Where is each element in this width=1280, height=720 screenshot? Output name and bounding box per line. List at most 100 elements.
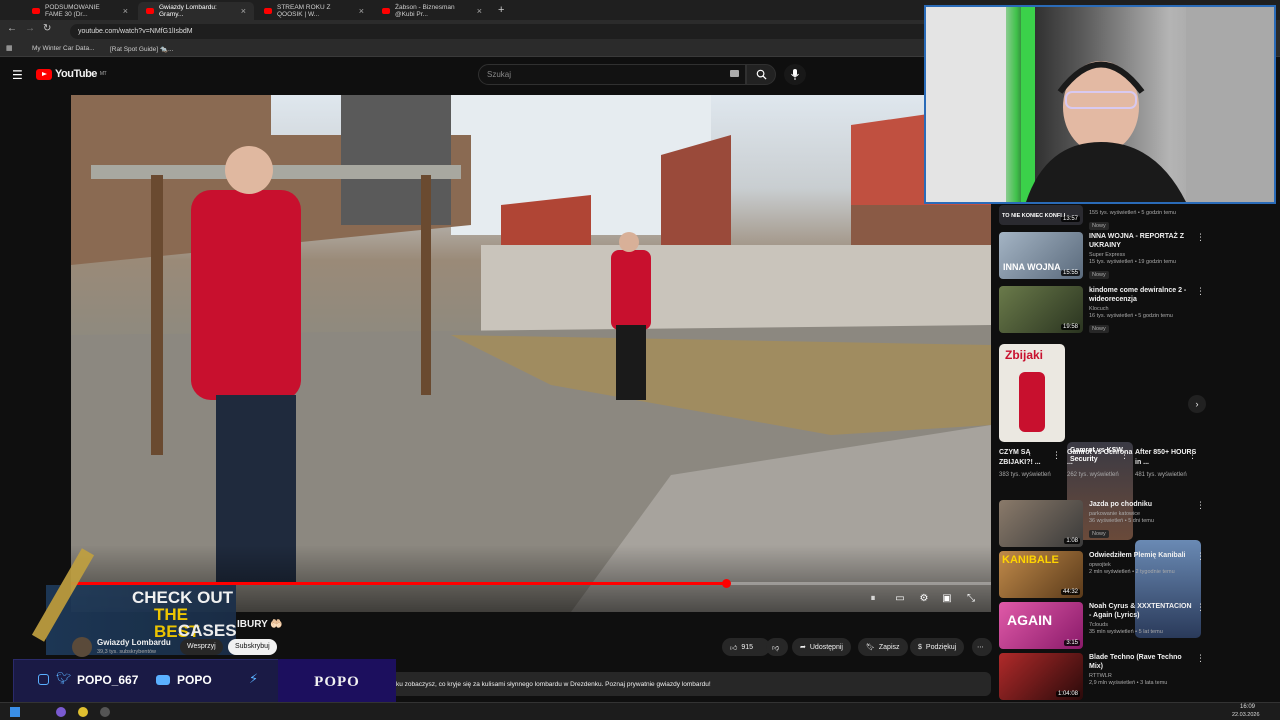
voice-search-button[interactable]	[784, 64, 806, 85]
youtube-icon	[156, 675, 170, 685]
short-card[interactable]: Zbijaki	[999, 344, 1065, 442]
new-badge: Nowy	[1089, 325, 1109, 333]
url-input[interactable]: youtube.com/watch?v=NMfG1lIsbdM	[70, 24, 930, 39]
back-icon[interactable]: ←	[7, 23, 17, 34]
keyboard-icon[interactable]	[730, 70, 739, 77]
stream-brand-logo: POPO	[278, 659, 396, 705]
video-title: IBURY 🤲🏻	[237, 619, 283, 630]
sidebar-video-item[interactable]: AGAIN 3:15 Noah Cyrus & XXXTENTACION - A…	[999, 602, 1205, 649]
subtitles-icon[interactable]: ▭	[893, 592, 907, 604]
dislike-button[interactable]: 👎︎	[766, 638, 788, 656]
bookmark-icon: 🔖︎	[866, 644, 875, 651]
settings-gear-icon[interactable]: ⚙	[917, 592, 931, 604]
youtube-handle: POPO	[177, 673, 212, 687]
lightning-icon: ⚡︎	[249, 671, 259, 686]
menu-icon[interactable]: ☰	[12, 68, 23, 82]
save-button[interactable]: 🔖︎ Zapisz	[858, 638, 908, 656]
video-scrubber-handle[interactable]	[722, 579, 732, 588]
promo-line-1: CHECK OUT	[132, 588, 234, 607]
close-tab-icon[interactable]: ×	[241, 6, 246, 16]
close-tab-icon[interactable]: ×	[477, 6, 482, 16]
sidebar-video-item[interactable]: 1:08 Jazda po chodniku parkowanie katowi…	[999, 500, 1205, 547]
youtube-favicon-icon	[264, 8, 272, 14]
share-button[interactable]: ➦ Udostępnij	[792, 638, 851, 656]
search-input[interactable]: Szukaj	[478, 64, 746, 85]
thumbs-down-icon: 👎︎	[772, 644, 780, 652]
thanks-icon: $	[918, 643, 922, 651]
more-vertical-icon[interactable]: ⋮	[1196, 286, 1205, 297]
tab-gwiazdy-lombardu[interactable]: Gwiazdy Lombardu: Gramy... ×	[138, 2, 254, 20]
more-vertical-icon[interactable]: ⋮	[1196, 602, 1205, 613]
more-vertical-icon[interactable]: ⋮	[1196, 551, 1205, 562]
description-text: ku zobaczysz, co kryje się za kulisami s…	[396, 681, 711, 688]
video-thumbnail: INNA WOJNA 15:55	[999, 232, 1083, 279]
new-badge: Nowy	[1089, 222, 1109, 230]
video-thumbnail: TO NIE KONIEC KONFLI 13:57	[999, 205, 1083, 225]
video-frame-scene	[71, 95, 991, 612]
more-actions-button[interactable]: ⋯	[972, 638, 992, 656]
short-stats: 383 tys. wyświetleń	[999, 472, 1051, 478]
twitter-icon: 🐦︎	[56, 671, 72, 685]
apps-icon[interactable]: ▦	[6, 44, 13, 52]
close-tab-icon[interactable]: ×	[123, 6, 128, 16]
fullscreen-icon[interactable]: ⤡	[964, 592, 978, 604]
cartridge-graphic	[1019, 372, 1045, 432]
more-vertical-icon[interactable]: ⋮	[1188, 450, 1197, 461]
new-tab-icon[interactable]: +	[498, 4, 504, 16]
shorts-next-icon[interactable]: ›	[1188, 395, 1206, 413]
short-stats: 481 tys. wyświetleń	[1135, 472, 1187, 478]
app-icon[interactable]	[56, 707, 66, 717]
miniplayer-icon[interactable]: ▣	[940, 592, 954, 604]
youtube-logo[interactable]: YouTube MT	[36, 68, 107, 80]
bookmark-winter-car[interactable]: My Winter Car Data...	[32, 45, 94, 52]
more-vertical-icon[interactable]: ⋮	[1052, 450, 1061, 461]
os-taskbar: 16:09 22.03.2026	[0, 702, 1280, 720]
thanks-button[interactable]: $ Podziękuj	[910, 638, 965, 656]
tab-stream-roku[interactable]: STREAM ROKU Z QOOSIK | W... ×	[256, 2, 372, 20]
sidebar-partial-item[interactable]: TO NIE KONIEC KONFLI 13:57 155 tys. wyśw…	[999, 205, 1205, 230]
pause-icon[interactable]: ⏸	[866, 592, 880, 604]
app-icon[interactable]	[100, 707, 110, 717]
more-vertical-icon[interactable]: ⋮	[1120, 450, 1129, 461]
youtube-favicon-icon	[32, 8, 40, 14]
video-thumbnail: AGAIN 3:15	[999, 602, 1083, 649]
more-vertical-icon[interactable]: ⋮	[1196, 653, 1205, 664]
clock-time[interactable]: 16:09	[1240, 704, 1255, 710]
more-vertical-icon[interactable]: ⋮	[1196, 500, 1205, 511]
search-icon	[756, 69, 767, 80]
subscribe-button[interactable]: Subskrybuj	[228, 639, 277, 655]
promo-line-3: CASES	[178, 621, 237, 640]
tab-podsumowanie[interactable]: PODSUMOWANIE FAME 30 (Dr... ×	[24, 2, 136, 20]
chrome-icon[interactable]	[78, 707, 88, 717]
reload-icon[interactable]: ↻	[43, 23, 51, 34]
like-button[interactable]: 👍︎ 915	[722, 638, 770, 656]
tab-zabson[interactable]: Żabson - Biznesman @Kubi Pr... ×	[374, 2, 490, 20]
sidebar-video-item[interactable]: 1:04:08 Blade Techno (Rave Techno Mix) R…	[999, 653, 1205, 700]
support-button[interactable]: Wesprzyj	[180, 639, 223, 655]
video-player[interactable]	[71, 95, 991, 612]
more-vertical-icon[interactable]: ⋮	[1196, 232, 1205, 243]
video-thumbnail: 1:08	[999, 500, 1083, 547]
more-horizontal-icon: ⋯	[977, 644, 984, 651]
youtube-favicon-icon	[382, 8, 390, 14]
thumbs-up-icon: 👍︎	[730, 644, 738, 652]
microphone-icon	[791, 69, 799, 80]
search-button[interactable]	[746, 64, 776, 85]
close-tab-icon[interactable]: ×	[359, 6, 364, 16]
knife-graphic	[31, 548, 95, 642]
sidebar-video-item[interactable]: KANIBALE 44:32 Odwiedziłem Plemię Kaniba…	[999, 551, 1205, 598]
new-badge: Nowy	[1089, 530, 1109, 538]
subscriber-count: 39,3 tys. subskrybentów	[97, 649, 157, 655]
streamer-webcam	[924, 5, 1276, 204]
channel-name[interactable]: Gwiazdy Lombardu	[97, 638, 171, 647]
start-menu-icon[interactable]	[10, 707, 20, 717]
channel-avatar[interactable]	[72, 637, 92, 657]
sidebar-video-item[interactable]: INNA WOJNA 15:55 INNA WOJNA - REPORTAŻ Z…	[999, 232, 1205, 279]
bookmark-rat-spot[interactable]: [Rat Spot Guide] 🐀...	[110, 45, 173, 53]
clock-date[interactable]: 22.03.2026	[1232, 712, 1260, 718]
youtube-favicon-icon	[146, 8, 154, 14]
forward-icon[interactable]: →	[25, 23, 35, 34]
sidebar-video-item[interactable]: 19:58 kindome come dewiralnce 2 - wideor…	[999, 286, 1205, 333]
social-handle: POPO_667	[77, 673, 139, 687]
video-thumbnail: 19:58	[999, 286, 1083, 333]
